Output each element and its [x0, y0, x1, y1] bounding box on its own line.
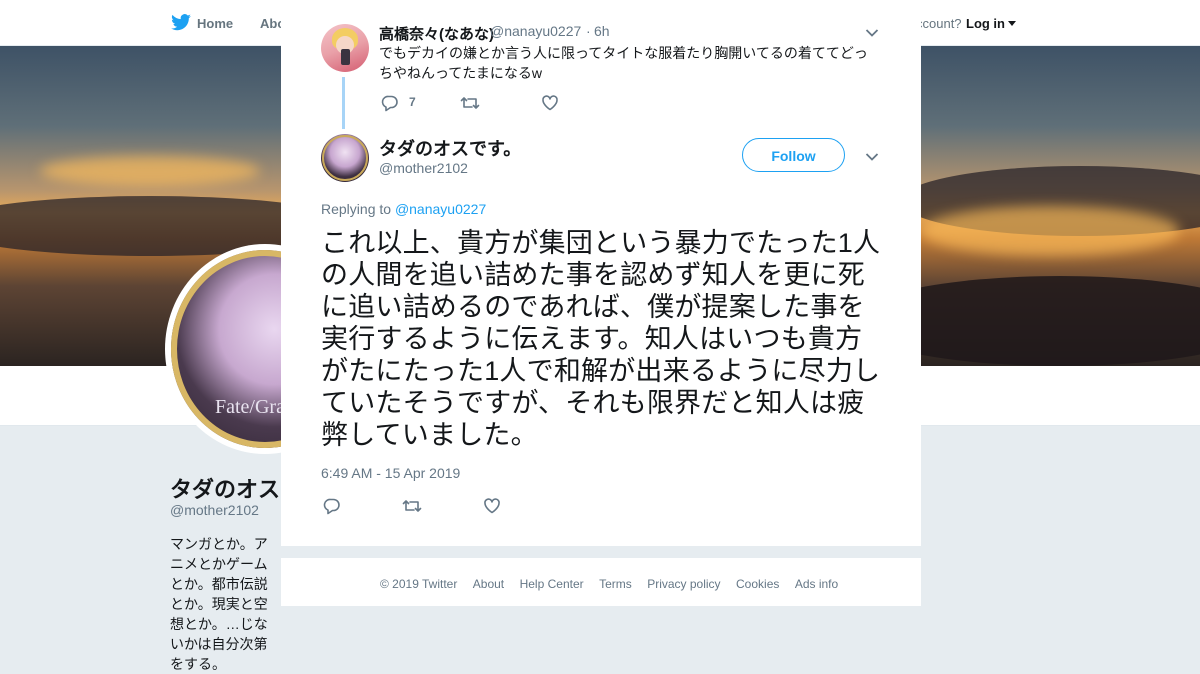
- reply-icon[interactable]: [381, 94, 399, 112]
- like-icon[interactable]: [483, 497, 501, 515]
- separator-dot: ·: [586, 23, 591, 39]
- reply-author-handle[interactable]: @nanayu0227: [490, 23, 581, 39]
- reply-count: 7: [409, 95, 416, 109]
- tweet-permalink-modal: 高橋奈々(なあな) @nanayu0227 · 6h でもデカイの嫌とか言う人に…: [281, 7, 921, 546]
- footer-link-privacy[interactable]: Privacy policy: [647, 577, 720, 591]
- reply-author-name[interactable]: 高橋奈々(なあな): [379, 23, 494, 44]
- tweet-timestamp[interactable]: 6:49 AM - 15 Apr 2019: [321, 465, 460, 481]
- nav-about-link[interactable]: Abo: [260, 16, 282, 31]
- replying-to-handle-link[interactable]: @nanayu0227: [395, 201, 486, 217]
- footer-link-cookies[interactable]: Cookies: [736, 577, 779, 591]
- footer-link-about[interactable]: About: [473, 577, 504, 591]
- profile-bio: マンガとか。アニメとかゲームとか。都市伝説とか。現実と空想とか。…じないかは自分…: [170, 536, 268, 672]
- replying-to-line: Replying to @nanayu0227: [321, 201, 486, 217]
- reply-timestamp[interactable]: 6h: [594, 23, 610, 39]
- tweet-author-avatar[interactable]: [321, 134, 369, 182]
- footer-links: © 2019 Twitter About Help Center Terms P…: [380, 575, 849, 593]
- footer-link-ads-info[interactable]: Ads info: [795, 577, 838, 591]
- chevron-down-icon[interactable]: [865, 28, 879, 38]
- twitter-bird-icon[interactable]: [170, 14, 192, 32]
- nav-home-link[interactable]: Home: [197, 16, 233, 31]
- follow-button[interactable]: Follow: [742, 138, 845, 172]
- footer-copyright: © 2019 Twitter: [380, 577, 458, 591]
- footer-link-terms[interactable]: Terms: [599, 577, 632, 591]
- tweet-author-handle[interactable]: @mother2102: [379, 160, 468, 176]
- site-footer: © 2019 Twitter About Help Center Terms P…: [281, 557, 921, 606]
- like-icon[interactable]: [541, 94, 559, 112]
- footer-link-help-center[interactable]: Help Center: [520, 577, 584, 591]
- reply-tweet-text: でもデカイの嫌とか言う人に限ってタイトな服着たり胸開いてるの着ててどっちやねんっ…: [379, 45, 868, 81]
- tweet-text: これ以上、貴方が集団という暴力でたった1人の人間を追い詰めた事を認めず知人を更に…: [321, 228, 881, 450]
- retweet-icon[interactable]: [402, 497, 422, 515]
- profile-name: タダのオス: [170, 477, 281, 502]
- thread-connector-line: [342, 77, 345, 129]
- reply-icon[interactable]: [323, 497, 341, 515]
- caret-down-icon[interactable]: [1008, 21, 1016, 26]
- profile-handle[interactable]: @mother2102: [170, 502, 259, 518]
- tweet-author-name[interactable]: タダのオスです。: [379, 135, 521, 161]
- replying-to-label: Replying to: [321, 201, 392, 217]
- retweet-icon[interactable]: [460, 94, 480, 112]
- close-x-icon[interactable]: [1155, 13, 1179, 37]
- account-prompt: ccount?: [916, 16, 962, 31]
- login-link[interactable]: Log in: [966, 16, 1005, 31]
- reply-author-avatar[interactable]: [321, 24, 369, 72]
- chevron-down-icon[interactable]: [865, 152, 879, 162]
